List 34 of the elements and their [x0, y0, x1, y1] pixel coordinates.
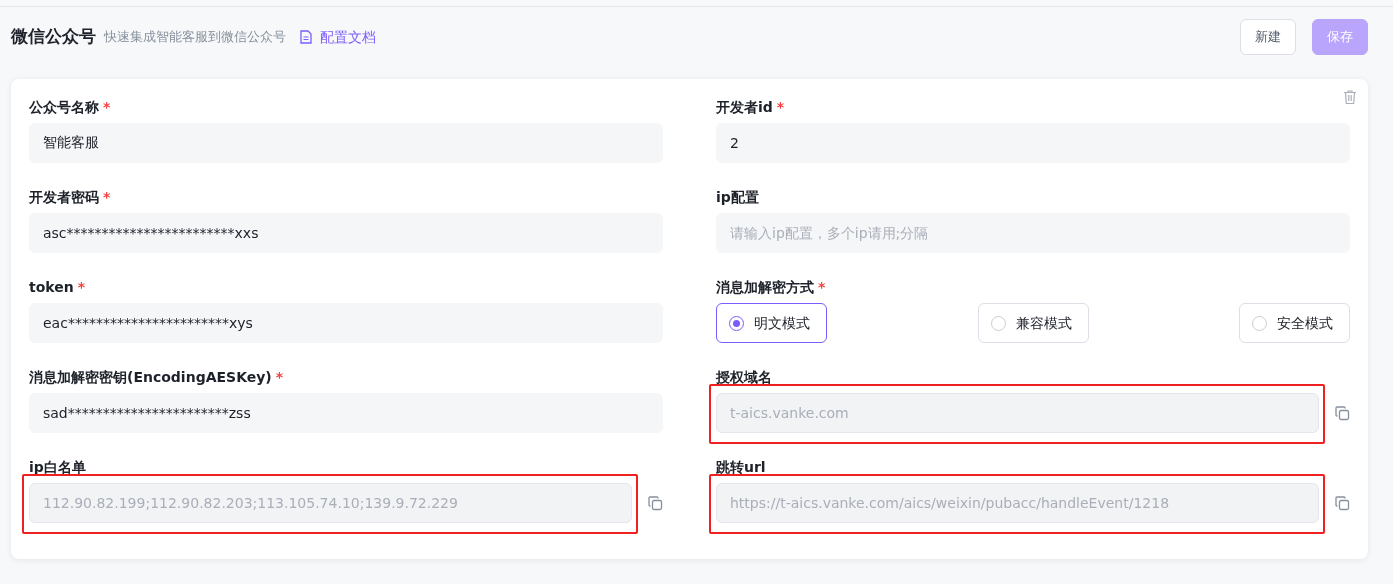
copy-icon[interactable] [648, 495, 663, 511]
field-label: ip配置 [716, 188, 759, 207]
input-field[interactable]: eac***********************xys [29, 303, 663, 343]
document-icon [300, 30, 312, 44]
field-label: 消息加解密方式 [716, 278, 814, 297]
new-button[interactable]: 新建 [1240, 19, 1296, 55]
radio-option[interactable]: 明文模式 [716, 303, 827, 343]
field-label: 授权域名 [716, 368, 772, 387]
required-mark: * [103, 188, 111, 207]
page-title: 微信公众号 [11, 25, 96, 49]
field-label: 跳转url [716, 458, 766, 477]
input-field[interactable]: asc************************xxs [29, 213, 663, 253]
field-label: 公众号名称 [29, 98, 99, 117]
input-field[interactable]: 2 [716, 123, 1350, 163]
radio-option[interactable]: 安全模式 [1239, 303, 1350, 343]
required-mark: * [275, 368, 284, 387]
required-mark: * [818, 278, 826, 297]
trash-icon[interactable] [1342, 89, 1358, 105]
copy-icon[interactable] [1335, 495, 1350, 511]
required-mark: * [103, 98, 111, 117]
input-field[interactable]: 请输入ip配置，多个ip请用;分隔 [716, 213, 1350, 253]
field-label: ip白名单 [29, 458, 86, 477]
field-label: 开发者密码 [29, 188, 99, 207]
page-subtitle: 快速集成智能客服到微信公众号 [104, 28, 286, 47]
field-label: token [29, 278, 74, 297]
field-label: 消息加解密密钥(EncodingAESKey) [29, 368, 272, 387]
input-field[interactable]: 智能客服 [29, 123, 663, 163]
field-label: 开发者id [716, 98, 773, 117]
copy-icon[interactable] [1335, 405, 1350, 421]
doc-link[interactable]: 配置文档 [320, 26, 376, 48]
required-mark: * [776, 98, 785, 117]
radio-option[interactable]: 兼容模式 [977, 303, 1089, 343]
required-mark: * [77, 278, 86, 297]
input-field[interactable]: sad***********************zss [29, 393, 663, 433]
